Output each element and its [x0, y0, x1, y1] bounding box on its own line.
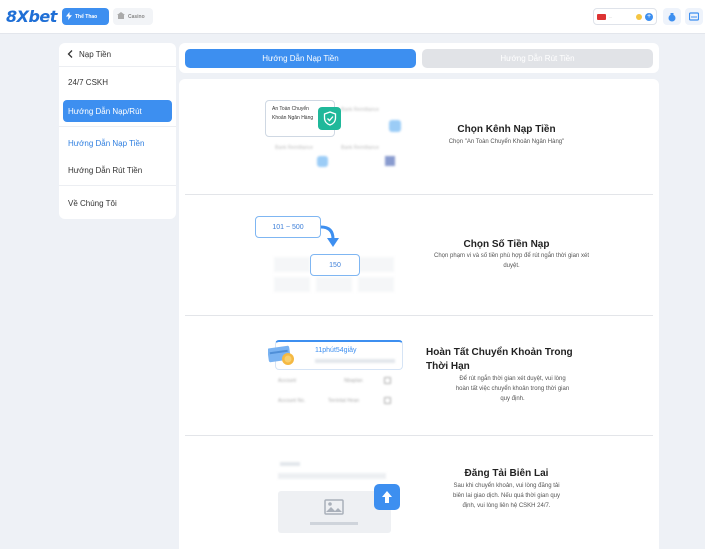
sidebar: Nạp Tiền 24/7 CSKH Hướng Dẫn Nạp/Rút Hướ…	[59, 43, 176, 219]
sidebar-item-guide[interactable]: Hướng Dẫn Nạp/Rút	[63, 100, 172, 122]
countdown-timer: 11phút54giây	[315, 347, 357, 354]
progress-bar	[315, 359, 395, 363]
sidebar-title: Nạp Tiền	[79, 50, 112, 59]
step-title: Chọn Kênh Nạp Tiền	[457, 124, 556, 135]
flag-icon	[597, 13, 606, 20]
nav-sports-label: Thể Thao	[75, 13, 98, 20]
nav-sports-button[interactable]: Thể Thao	[62, 8, 109, 25]
blurred-option: Bank Remittance	[341, 107, 401, 137]
top-header: 8Xbet Thể Thao Casino ... +	[0, 0, 705, 34]
step-description: Để rút ngắn thời gian xét duyệt, vui lòn…	[455, 376, 570, 402]
copy-icon	[384, 397, 391, 404]
arrow-icon	[319, 225, 343, 256]
divider	[185, 315, 653, 316]
card-label: An Toàn Chuyển Khoản Ngân Hàng	[272, 106, 314, 121]
range-box: 101 ~ 500	[255, 216, 321, 238]
upload-label-placeholder	[280, 462, 300, 466]
copy-icon	[384, 377, 391, 384]
sidebar-item-about[interactable]: Về Chúng Tôi	[63, 192, 172, 214]
shield-icon	[318, 107, 341, 130]
tab-withdraw-guide[interactable]: Hướng Dẫn Rút Tiền	[422, 49, 653, 68]
divider	[59, 126, 176, 127]
divider	[185, 435, 653, 436]
card-wallet-icon	[267, 344, 296, 371]
divider	[185, 194, 653, 195]
balance-box[interactable]: ... +	[593, 8, 657, 25]
selected-amount: 150	[310, 254, 360, 276]
balance-value: ...	[609, 14, 613, 19]
account-no-label: Account No.	[278, 398, 306, 404]
guide-tabs: Hướng Dẫn Nạp Tiền Hướng Dẫn Rút Tiền	[179, 43, 659, 73]
guide-content: Bank Remittance Bank Remittance Bank Rem…	[179, 79, 659, 549]
bank-icon	[317, 156, 328, 167]
account-no-value: Terrintal Hean	[328, 398, 360, 404]
image-icon	[324, 499, 344, 520]
caption-placeholder	[310, 522, 358, 525]
blurred-option: Bank Remittance	[275, 145, 335, 171]
step-description: Sau khi chuyển khoản, vui lòng đăng tải …	[452, 483, 560, 509]
account-rows: Account Nbaplan Account No. Terrintal He…	[278, 377, 393, 410]
sidebar-item-cskh[interactable]: 24/7 CSKH	[63, 71, 172, 93]
sidebar-back-button[interactable]: Nạp Tiền	[59, 43, 176, 67]
option-label: Bank Remittance	[275, 145, 314, 151]
field-placeholder	[278, 473, 386, 479]
step-title: Đăng Tải Biên Lai	[464, 468, 549, 479]
step-title: Chọn Số Tiền Nạp	[463, 239, 550, 250]
upload-arrow-icon	[374, 484, 400, 510]
blurred-option: Bank Remittance	[341, 145, 401, 171]
deposit-bag-icon[interactable]	[663, 8, 681, 25]
wallet-card-icon[interactable]	[685, 8, 703, 25]
sidebar-item-deposit-guide[interactable]: Hướng Dẫn Nạp Tiền	[63, 132, 172, 154]
coin-icon	[636, 13, 642, 20]
add-funds-button[interactable]: +	[645, 12, 653, 21]
casino-icon	[117, 12, 125, 21]
step-title: Hoàn Tất Chuyển Khoản Trong Thời Hạn	[426, 347, 573, 372]
lightning-icon	[66, 11, 72, 22]
option-label: Bank Remittance	[341, 107, 380, 113]
chevron-left-icon	[67, 49, 73, 60]
option-label: Bank Remittance	[341, 145, 380, 151]
tab-deposit-guide[interactable]: Hướng Dẫn Nạp Tiền	[185, 49, 416, 68]
bank-icon	[389, 120, 401, 132]
sidebar-item-withdraw-guide[interactable]: Hướng Dẫn Rút Tiền	[63, 159, 172, 181]
bank-icon	[385, 156, 395, 166]
logo[interactable]: 8Xbet	[6, 7, 57, 26]
nav-casino-button[interactable]: Casino	[113, 8, 153, 25]
step-description: Chọn phạm vi và số tiền phù hợp để rút n…	[434, 253, 589, 269]
account-value: Nbaplan	[344, 378, 363, 384]
step-description: Chọn "An Toàn Chuyển Khoản Ngân Hàng"	[448, 139, 565, 145]
nav-casino-label: Casino	[128, 13, 145, 20]
account-label: Account	[278, 378, 297, 384]
divider	[59, 185, 176, 186]
